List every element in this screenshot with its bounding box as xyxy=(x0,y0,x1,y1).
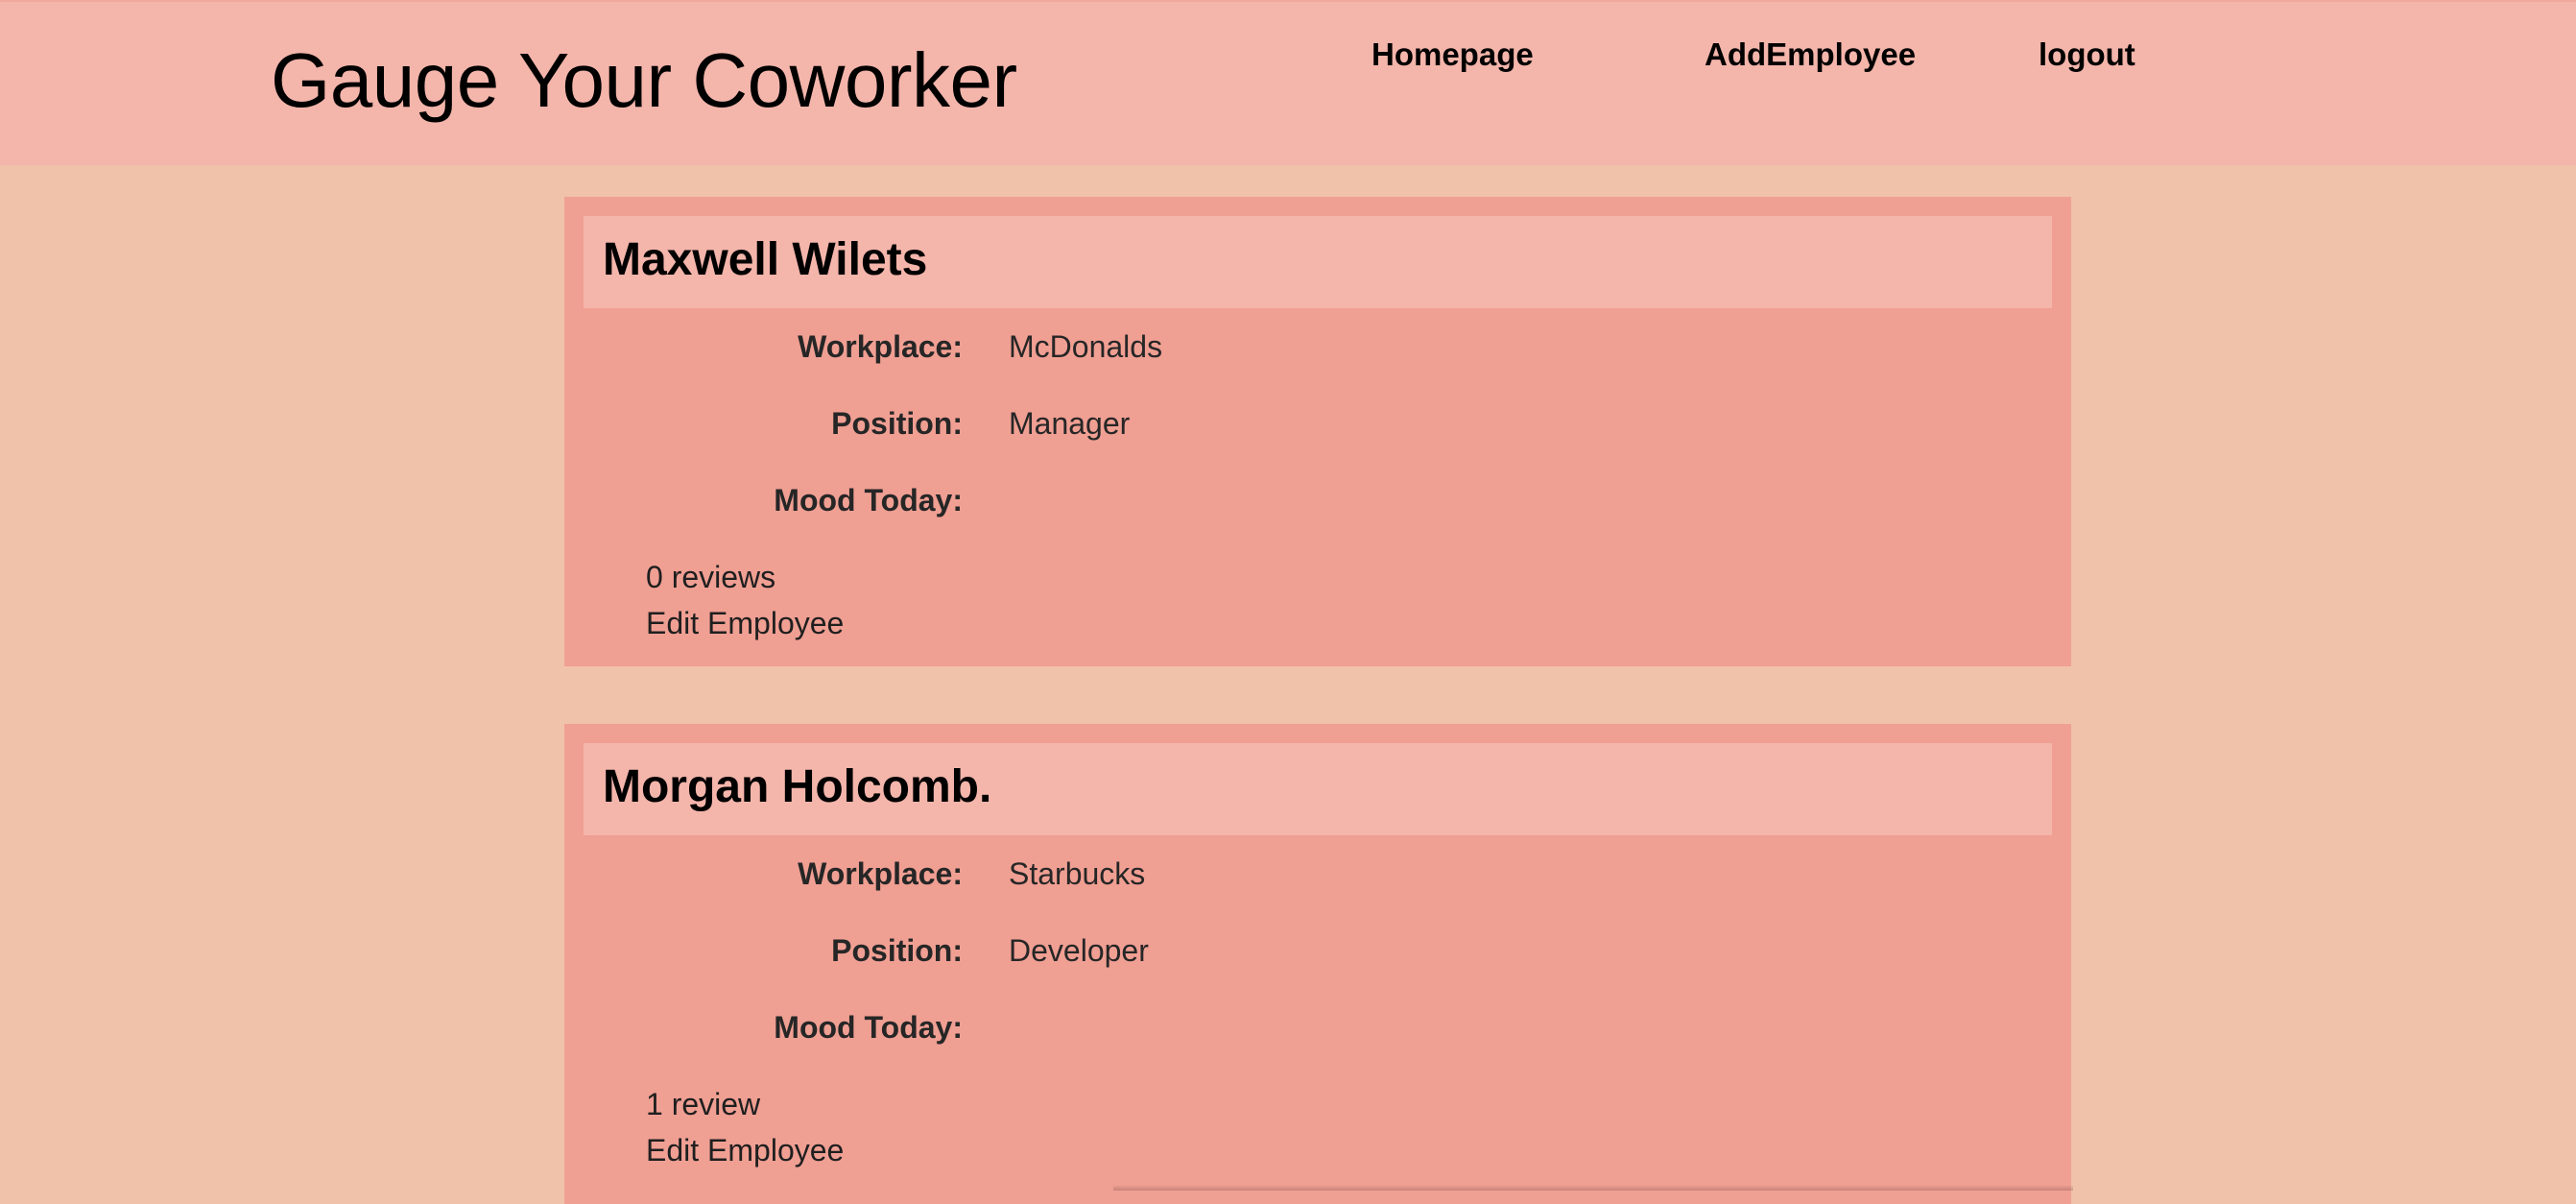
site-title[interactable]: Gauge Your Coworker xyxy=(271,36,1017,125)
edit-employee-link[interactable]: Edit Employee xyxy=(646,606,844,641)
position-label: Position: xyxy=(831,406,963,441)
edit-employee-link[interactable]: Edit Employee xyxy=(646,1133,844,1168)
employee-name: Maxwell Wilets xyxy=(603,234,928,285)
position-value: Developer xyxy=(1009,933,1149,968)
nav-homepage-link[interactable]: Homepage xyxy=(1371,36,1534,73)
mood-label: Mood Today: xyxy=(774,1010,963,1045)
position-label: Position: xyxy=(831,933,963,968)
bottom-scroll-shadow xyxy=(1113,1185,2073,1191)
workplace-label: Workplace: xyxy=(798,329,963,364)
review-count-link[interactable]: 0 reviews xyxy=(646,560,775,595)
nav-add-employee-link[interactable]: AddEmployee xyxy=(1705,36,1916,73)
employee-card-header: Maxwell Wilets xyxy=(584,216,2052,308)
employee-card: Maxwell Wilets Workplace: McDonalds Posi… xyxy=(564,197,2071,666)
employee-card: Morgan Holcomb. Workplace: Starbucks Pos… xyxy=(564,724,2071,1204)
review-count-link[interactable]: 1 review xyxy=(646,1087,760,1122)
nav-logout-link[interactable]: logout xyxy=(2039,36,2135,73)
employee-card-header: Morgan Holcomb. xyxy=(584,743,2052,835)
employee-name: Morgan Holcomb. xyxy=(603,761,992,812)
position-value: Manager xyxy=(1009,406,1131,441)
workplace-value: Starbucks xyxy=(1009,856,1146,891)
workplace-label: Workplace: xyxy=(798,856,963,891)
workplace-value: McDonalds xyxy=(1009,329,1163,364)
mood-label: Mood Today: xyxy=(774,483,963,518)
top-navbar: Gauge Your Coworker Homepage AddEmployee… xyxy=(0,0,2576,165)
